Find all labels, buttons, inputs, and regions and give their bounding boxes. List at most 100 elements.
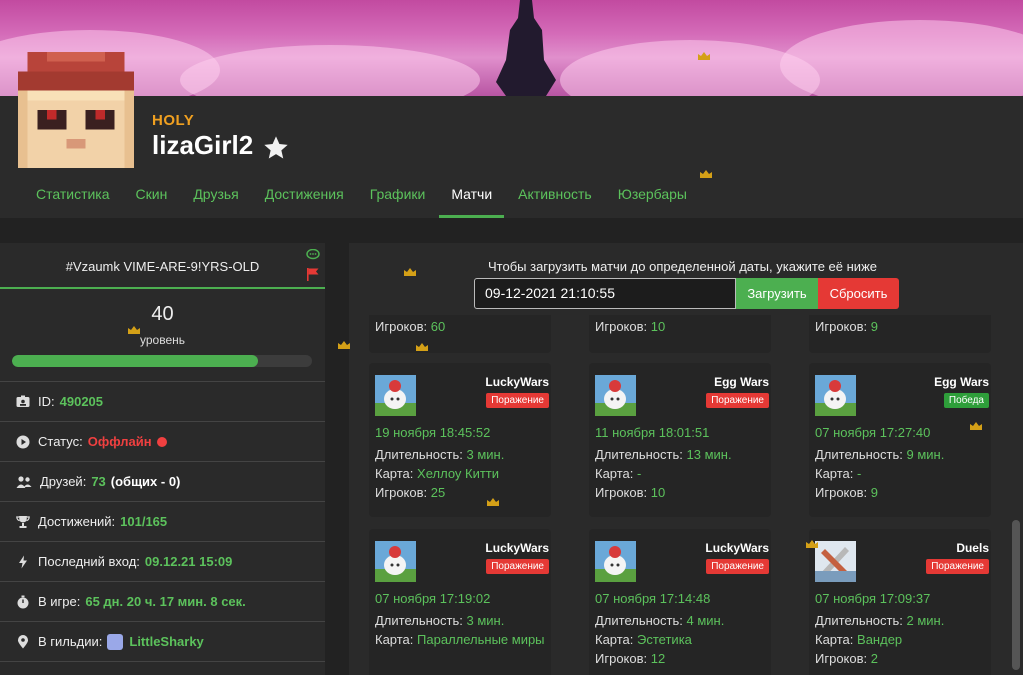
map-value: - (857, 466, 862, 481)
friends-label: Друзей: (40, 474, 87, 489)
map-label: Карта: (375, 632, 414, 647)
map-value: Эстетика (637, 632, 692, 647)
achievements-value: 101/165 (120, 514, 168, 529)
match-card[interactable]: Egg Wars Победа 07 ноября 17:27:40 Длительн… (809, 363, 991, 517)
match-map-thumbnail (595, 375, 636, 416)
level-number: 40 (151, 303, 174, 325)
crown-icon (700, 170, 712, 178)
map-label: Карта: (815, 466, 854, 481)
match-map-thumbnail (815, 375, 856, 416)
players-value: 25 (430, 485, 446, 500)
duration-value: 4 мин. (686, 613, 725, 628)
playtime-value: 65 дн. 20 ч. 17 мин. 8 сек. (85, 594, 246, 609)
comment-icon[interactable] (306, 249, 320, 261)
player-username: lizaGirl2 (152, 130, 254, 160)
match-card-partial: Игроков: 60 (369, 315, 551, 353)
last-login-value: 09.12.21 15:09 (144, 554, 233, 569)
players-label: Игроков: (595, 319, 648, 334)
info-guild: В гильдии: LittleSharky (0, 622, 325, 662)
match-mode: Egg Wars (934, 375, 989, 389)
players-value: 9 (870, 485, 878, 500)
map-value: Параллельные миры (417, 632, 545, 647)
players-value: 2 (870, 651, 878, 666)
id-value: 490205 (59, 394, 104, 409)
crown-icon (970, 422, 982, 430)
tab-achievements[interactable]: Достижения (253, 176, 356, 218)
report-flag-icon[interactable] (306, 267, 320, 281)
match-date: 07 ноября 17:14:48 (595, 591, 711, 606)
map-value: Вандер (857, 632, 903, 647)
duration-value: 3 мин. (466, 447, 505, 462)
match-date: 19 ноября 18:45:52 (375, 425, 491, 440)
trophy-icon (16, 515, 30, 528)
reset-button[interactable]: Сбросить (818, 278, 899, 309)
duration-label: Длительность: (375, 613, 463, 628)
match-mode: Egg Wars (714, 375, 769, 389)
players-value: 10 (650, 485, 666, 500)
silhouette-figure (496, 0, 556, 96)
tab-charts[interactable]: Графики (358, 176, 438, 218)
match-result-badge: Поражение (486, 559, 549, 574)
players-label: Игроков: (595, 651, 648, 666)
star-icon[interactable] (262, 134, 290, 162)
offline-dot-icon (156, 436, 167, 447)
matches-hint: Чтобы загрузить матчи до определенной да… (488, 259, 877, 274)
players-label: Игроков: (815, 651, 868, 666)
duels-map-thumbnail (815, 541, 856, 582)
players-label: Игроков: (815, 319, 868, 334)
guild-value[interactable]: LittleSharky (129, 634, 203, 649)
match-result-badge: Поражение (706, 393, 769, 408)
tab-friends[interactable]: Друзья (181, 176, 250, 218)
map-marker-icon (17, 634, 29, 648)
duration-value: 9 мин. (906, 447, 945, 462)
friends-value[interactable]: 73 (91, 474, 105, 489)
match-card[interactable]: Egg Wars Поражение 11 ноября 18:01:51 Длите… (589, 363, 771, 517)
level-progress-bar (12, 355, 312, 367)
tab-activity[interactable]: Активность (506, 176, 604, 218)
tab-statistics[interactable]: Статистика (24, 176, 122, 218)
info-status: Статус: Оффлайн (0, 422, 325, 462)
map-value: - (637, 466, 642, 481)
level-progress-fill (12, 355, 258, 367)
crown-icon (698, 52, 710, 60)
duration-value: 2 мин. (906, 613, 945, 628)
match-map-thumbnail (375, 375, 416, 416)
tab-skin[interactable]: Скин (124, 176, 180, 218)
players-value: 12 (650, 651, 666, 666)
matches-panel: Чтобы загрузить матчи до определенной да… (349, 243, 1023, 675)
player-rank: HOLY (152, 112, 195, 129)
match-mode: LuckyWars (705, 541, 769, 555)
matches-date-input[interactable]: 09-12-2021 21:10:55 (474, 278, 736, 309)
achievements-label: Достижений: (38, 514, 116, 529)
info-friends: Друзей: 73 (общих - 0) (0, 462, 325, 502)
match-result-badge: Поражение (926, 559, 989, 574)
duration-value: 3 мин. (466, 613, 505, 628)
last-login-label: Последний вход: (38, 554, 140, 569)
match-card-partial: Игроков: 10 (589, 315, 771, 353)
info-id: ID: 490205 (0, 382, 325, 422)
match-card[interactable]: LuckyWars Поражение 19 ноября 18:45:52 Длит… (369, 363, 551, 517)
match-mode: Duels (956, 541, 989, 555)
match-map-thumbnail (375, 541, 416, 582)
crown-icon (416, 343, 428, 351)
match-card-partial: Игроков: 9 (809, 315, 991, 353)
map-label: Карта: (815, 632, 854, 647)
tab-matches[interactable]: Матчи (439, 176, 505, 218)
users-icon (16, 475, 32, 488)
match-card[interactable]: Duels Поражение 07 ноября 17:09:37 Длительн… (809, 529, 991, 675)
tab-userbars[interactable]: Юзербары (606, 176, 699, 218)
page-scrollbar[interactable] (1012, 520, 1020, 670)
match-card[interactable]: LuckyWars Поражение 07 ноября 17:14:48 Длит… (589, 529, 771, 675)
load-button[interactable]: Загрузить (736, 278, 818, 309)
crown-icon (806, 540, 818, 548)
match-card[interactable]: LuckyWars Поражение 07 ноября 17:19:02 Длит… (369, 529, 551, 675)
id-card-icon (16, 395, 30, 407)
players-label: Игроков: (375, 485, 428, 500)
guild-emblem-icon (107, 633, 124, 650)
play-circle-icon (16, 435, 30, 448)
match-mode: LuckyWars (485, 375, 549, 389)
lightning-icon (19, 555, 27, 568)
crown-icon (128, 326, 140, 334)
map-label: Карта: (375, 466, 414, 481)
players-label: Игроков: (375, 319, 428, 334)
